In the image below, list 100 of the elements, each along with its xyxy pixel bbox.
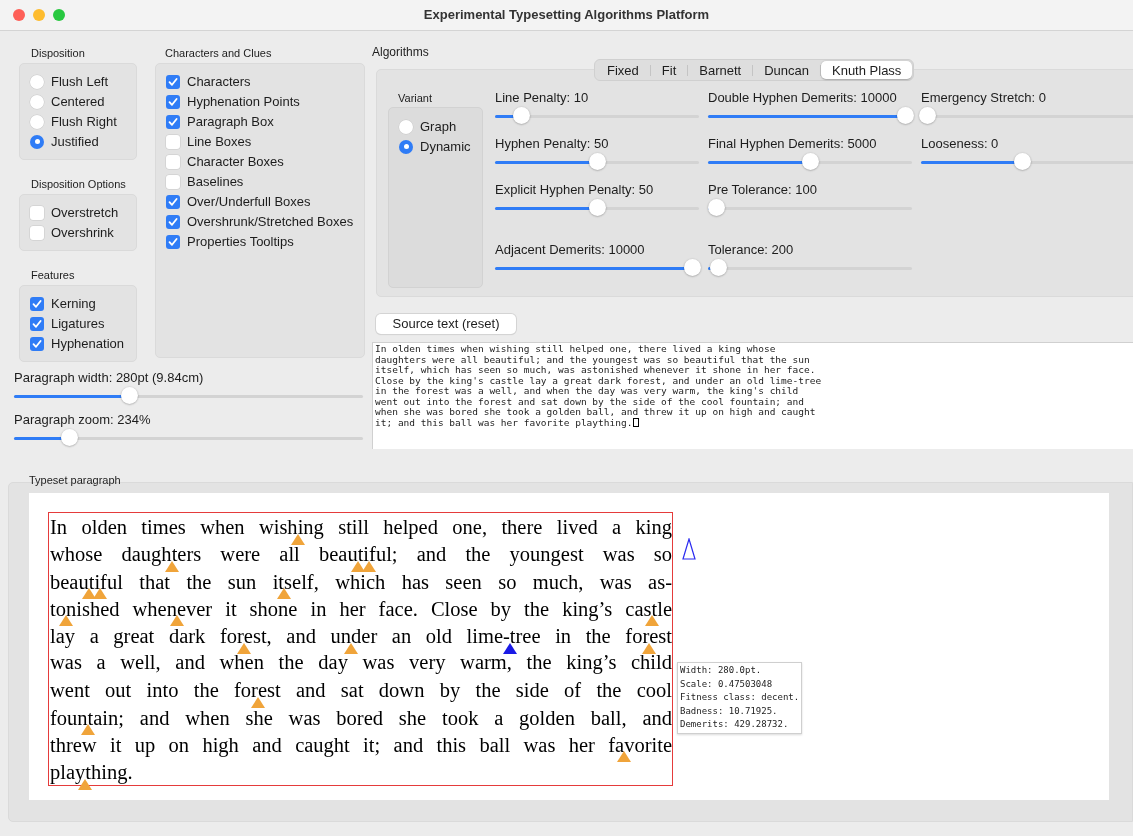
source-text-line: itself, which has seen so much, was astonished whenever it shone in her face. <box>375 365 816 376</box>
slider-thumb[interactable] <box>588 153 606 170</box>
triangle-icon <box>682 538 696 560</box>
algorithm-tab[interactable]: Duncan <box>753 61 820 79</box>
source-text-reset-button[interactable]: Source text (reset) <box>376 314 516 334</box>
radio-label: Justified <box>51 132 99 151</box>
checkbox[interactable] <box>166 94 180 109</box>
window-title: Experimental Typesetting Algorithms Platform <box>422 6 711 25</box>
slider[interactable] <box>495 152 699 172</box>
slider-label: Pre Tolerance: 100 <box>708 181 818 198</box>
radio-label: Centered <box>51 92 105 111</box>
radio-button[interactable] <box>399 119 413 134</box>
slider-label: Emergency Stretch: 0 <box>921 89 1047 106</box>
checkbox[interactable] <box>166 234 180 249</box>
slider-thumb[interactable] <box>588 199 606 216</box>
slider-label: Line Penalty: 10 <box>495 89 590 106</box>
checkbox[interactable] <box>30 296 44 311</box>
slider[interactable] <box>14 428 363 448</box>
checkbox-label: Hyphenation Points <box>187 92 300 111</box>
paragraph-line: fountain; and when she was bored she took a golden ball, and <box>50 705 672 731</box>
checkbox[interactable] <box>30 336 44 351</box>
checkbox[interactable] <box>30 316 44 331</box>
algorithm-tab[interactable]: Knuth Plass <box>821 61 913 79</box>
slider[interactable] <box>708 106 912 126</box>
checkbox[interactable] <box>30 205 44 220</box>
checkbox[interactable] <box>30 225 44 240</box>
radio-button[interactable] <box>30 134 44 149</box>
slider[interactable] <box>14 386 363 406</box>
algorithm-tab[interactable]: Barnett <box>688 61 753 79</box>
radio-label: Flush Right <box>51 112 117 131</box>
slider-thumb[interactable] <box>897 107 915 124</box>
paragraph-line: was a well, and when the day was very warm, the king’s child <box>50 650 672 676</box>
slider[interactable] <box>921 152 1133 172</box>
checkbox-label: Kerning <box>51 294 96 313</box>
checkbox[interactable] <box>166 114 180 129</box>
radio-button[interactable] <box>399 139 413 154</box>
slider[interactable] <box>921 106 1133 126</box>
slider[interactable] <box>708 152 912 172</box>
slider-thumb[interactable] <box>120 387 138 404</box>
checkbox-label: Ligatures <box>51 314 105 333</box>
source-text-line: daughters were all beautiful; and the youngest was so beautiful that the sun <box>375 354 810 365</box>
slider-label: Double Hyphen Demerits: 10000 <box>708 89 898 106</box>
radio-button[interactable] <box>30 114 44 129</box>
tooltip-line: Width: 280.0pt. <box>680 664 763 677</box>
group-label: Features <box>30 268 76 283</box>
slider-thumb[interactable] <box>61 429 79 446</box>
tooltip-line: Fitness class: decent. <box>680 691 800 704</box>
section-label: Typeset paragraph <box>29 474 121 486</box>
checkbox[interactable] <box>166 74 180 89</box>
slider-label: Final Hyphen Demerits: 5000 <box>708 135 878 152</box>
slider-label: Adjacent Demerits: 10000 <box>495 241 646 258</box>
slider[interactable] <box>495 258 699 278</box>
checkbox[interactable] <box>166 154 180 169</box>
slider[interactable] <box>495 106 699 126</box>
slider-thumb[interactable] <box>684 259 702 276</box>
radio-button[interactable] <box>30 74 44 89</box>
checkbox-label: Character Boxes <box>187 152 284 171</box>
tooltip-line: Badness: 10.71925. <box>680 704 779 718</box>
close-window-icon[interactable] <box>13 9 25 21</box>
slider-label: Paragraph zoom: 234% <box>14 411 152 428</box>
checkbox[interactable] <box>166 194 180 209</box>
slider[interactable] <box>495 198 699 218</box>
paragraph-line: beautiful that the sun itself, which has seen so much, was as- <box>50 569 672 595</box>
paragraph-line: threw it up on high and caught it; and this ball was her favorite <box>50 732 672 759</box>
checkbox-label: Overstretch <box>51 203 119 222</box>
slider[interactable] <box>708 258 912 278</box>
source-text-line: Close by the king's castle lay a great dark forest, and under an old lime-tree <box>375 375 822 386</box>
checkbox[interactable] <box>166 134 180 149</box>
slider-label: Explicit Hyphen Penalty: 50 <box>495 181 655 198</box>
radio-button[interactable] <box>30 94 44 109</box>
checkbox[interactable] <box>166 214 180 229</box>
slider[interactable] <box>708 198 912 218</box>
slider-thumb[interactable] <box>709 259 727 276</box>
slider-label: Paragraph width: 280pt (9.84cm) <box>14 369 205 386</box>
group-label: Disposition Options <box>30 177 127 192</box>
checkbox-label: Baselines <box>187 172 244 191</box>
algorithm-tab[interactable]: Fit <box>650 61 688 79</box>
checkbox-label: Over/Underfull Boxes <box>187 192 311 211</box>
checkbox-label: Hyphenation <box>51 334 124 353</box>
checkbox[interactable] <box>166 174 180 189</box>
algorithm-tab[interactable]: Fixed <box>596 61 650 79</box>
minimize-window-icon[interactable] <box>33 9 45 21</box>
source-text-field[interactable] <box>372 342 1133 449</box>
source-text-line: In olden times when wishing still helped one, there lived a king whose <box>375 344 776 355</box>
section-label: Algorithms <box>372 44 430 61</box>
slider-thumb[interactable] <box>707 199 725 216</box>
source-text-line: it; and this ball was her favorite plaything. <box>375 417 633 428</box>
checkbox-label: Paragraph Box <box>187 112 274 131</box>
group-label: Variant <box>397 91 434 106</box>
checkbox-label: Characters <box>187 72 251 91</box>
slider-thumb[interactable] <box>1014 153 1031 170</box>
source-text-line: in the forest was a well, and when the day was very warm, the king's child <box>375 386 799 397</box>
paragraph-line: tonished whenever it shone in her face. Close by the king’s castle <box>50 596 672 623</box>
source-text-line: when she was bored she took a golden ball, and threw it up on high and caught <box>375 407 816 418</box>
tooltip-line: Demerits: 429.28732. <box>680 718 790 731</box>
zoom-window-icon[interactable] <box>53 9 65 21</box>
paragraph-line: In olden times when wishing still helped one, there lived a king <box>50 514 672 541</box>
slider-thumb[interactable] <box>513 107 530 124</box>
slider-thumb[interactable] <box>801 153 819 170</box>
slider-thumb[interactable] <box>919 107 936 124</box>
